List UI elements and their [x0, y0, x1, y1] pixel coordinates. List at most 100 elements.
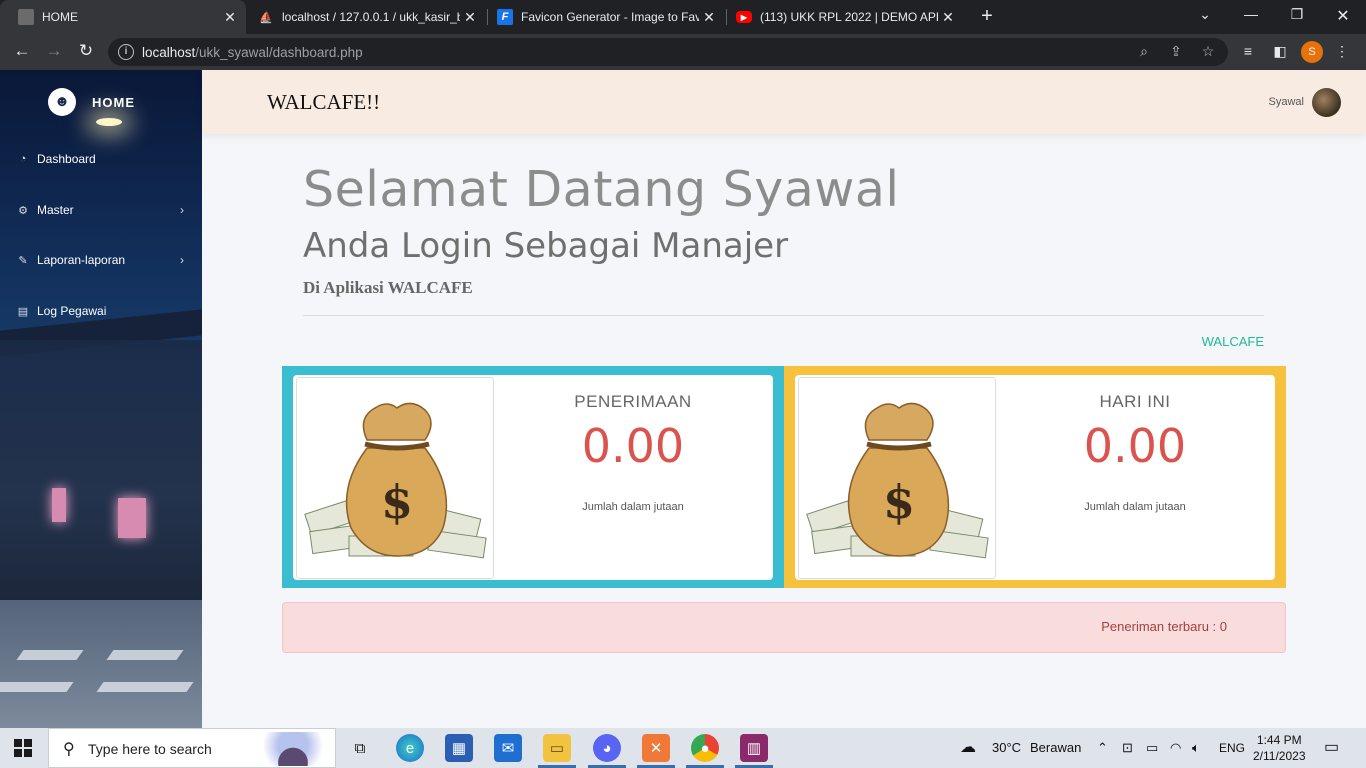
file-explorer-icon[interactable]: ▭: [543, 734, 571, 762]
edge-icon[interactable]: e: [396, 734, 424, 762]
clipboard-icon: ▤: [17, 305, 29, 318]
background-crosswalk: [106, 650, 184, 660]
card-note: Jumlah dalam jutaan: [1084, 501, 1186, 513]
url-text[interactable]: localhost/ukk_syawal/dashboard.php: [142, 45, 363, 60]
windows-start-icon[interactable]: [14, 739, 32, 757]
search-highlight-art: [255, 732, 331, 766]
background-lamp: [96, 118, 122, 126]
site-info-icon[interactable]: i: [118, 44, 134, 60]
wifi-icon[interactable]: ◠: [1170, 740, 1181, 756]
sidebar-item-label: Master: [37, 203, 74, 217]
weather-desc[interactable]: Berawan: [1030, 740, 1081, 755]
tab-close-icon[interactable]: ✕: [460, 9, 480, 26]
tab-close-icon[interactable]: ✕: [938, 9, 958, 26]
restore-icon[interactable]: ❐: [1282, 6, 1312, 23]
store-icon[interactable]: ▦: [445, 734, 473, 762]
taskbar-clock[interactable]: 1:44 PM 2/11/2023: [1253, 732, 1306, 764]
language-indicator[interactable]: ENG: [1219, 741, 1245, 755]
user-name[interactable]: Syawal: [1269, 96, 1304, 108]
menu-dots-icon[interactable]: ⋮: [1330, 43, 1354, 60]
reload-icon[interactable]: ↻: [74, 41, 98, 61]
sidebar-item-label: Log Pegawai: [37, 304, 107, 318]
money-bag-image: $: [296, 377, 494, 579]
favicon-generator-icon: F: [497, 9, 513, 25]
tab-search-chevron-icon[interactable]: ⌄: [1190, 6, 1220, 23]
role-heading: Anda Login Sebagai Manajer: [303, 226, 789, 266]
background-road: [0, 600, 202, 728]
background-house: [0, 340, 202, 600]
card-label: PENERIMAAN: [574, 392, 692, 411]
background-crosswalk: [0, 682, 74, 692]
chrome-icon[interactable]: ●: [691, 734, 719, 762]
sidebar-item-dashboard[interactable]: ◔ Dashboard: [0, 147, 202, 171]
avatar[interactable]: [1312, 88, 1341, 117]
browser-toolbar: ← → ↻ i localhost/ukk_syawal/dashboard.p…: [0, 34, 1366, 70]
tab-home[interactable]: HOME ✕: [0, 0, 246, 34]
card-value: 0.00: [581, 419, 685, 473]
alert-text: Peneriman terbaru : 0: [1101, 619, 1227, 634]
notifications-icon[interactable]: ▭: [1324, 737, 1339, 757]
minimize-icon[interactable]: —: [1236, 6, 1266, 22]
background-crosswalk: [16, 650, 84, 660]
chevron-right-icon: ›: [180, 203, 184, 217]
battery-icon[interactable]: ▭: [1146, 740, 1158, 756]
tab-title: HOME: [42, 10, 78, 24]
phpmyadmin-icon: ⛵: [259, 11, 273, 24]
tab-phpmyadmin[interactable]: ⛵ localhost / 127.0.0.1 / ukk_kasir_b ✕: [240, 0, 486, 34]
card-value: 0.00: [1083, 419, 1187, 473]
tab-close-icon[interactable]: ✕: [699, 9, 719, 26]
taskbar-search-box[interactable]: ⚲ Type here to search: [48, 728, 336, 768]
weather-cloud-icon[interactable]: ☁: [960, 737, 976, 757]
zoom-icon[interactable]: ⌕: [1134, 43, 1154, 60]
svg-text:$: $: [381, 475, 413, 529]
url-host: localhost: [142, 45, 196, 60]
sidebar-item-label: Laporan-laporan: [37, 253, 126, 267]
task-view-icon[interactable]: ⧉: [346, 734, 374, 762]
search-placeholder: Type here to search: [88, 741, 212, 757]
app-title: WALCAFE!!: [267, 90, 381, 114]
mail-icon[interactable]: ✉: [494, 734, 522, 762]
sidebar-item-log-pegawai[interactable]: ▤ Log Pegawai: [0, 299, 202, 323]
youtube-icon: ▶: [736, 11, 752, 23]
profile-avatar[interactable]: S: [1301, 41, 1323, 63]
tab-title: localhost / 127.0.0.1 / ukk_kasir_b: [282, 10, 460, 24]
background-window: [52, 488, 66, 522]
page-icon: [18, 9, 34, 25]
reading-list-icon[interactable]: ≡: [1236, 43, 1260, 59]
side-panel-icon[interactable]: ◧: [1268, 43, 1292, 60]
card-label: HARI INI: [1099, 392, 1171, 411]
back-icon[interactable]: ←: [10, 41, 34, 61]
weather-temp[interactable]: 30°C: [992, 740, 1021, 755]
forward-icon[interactable]: →: [42, 41, 66, 61]
money-bag-icon: $: [806, 402, 989, 559]
app-subheading: Di Aplikasi WALCAFE: [303, 278, 473, 297]
sidebar-item-laporan[interactable]: ✎ Laporan-laporan ›: [0, 248, 202, 272]
tab-close-icon[interactable]: ✕: [220, 9, 240, 26]
divider: [303, 315, 1264, 316]
new-tab-icon[interactable]: +: [976, 5, 998, 28]
winrar-icon[interactable]: ▥: [740, 734, 768, 762]
background-crosswalk: [96, 682, 194, 692]
chevron-right-icon: ›: [180, 253, 184, 267]
welcome-heading: Selamat Datang Syawal: [303, 161, 900, 218]
address-bar[interactable]: i localhost/ukk_syawal/dashboard.php ⌕ ⇪…: [108, 38, 1228, 66]
tab-title: (113) UKK RPL 2022 | DEMO APLIK: [760, 10, 938, 24]
tray-chevron-up-icon[interactable]: ⌃: [1097, 740, 1108, 756]
clock-date: 2/11/2023: [1253, 749, 1306, 763]
meet-now-icon[interactable]: ⊡: [1122, 740, 1133, 756]
volume-icon[interactable]: 🔈︎: [1192, 740, 1200, 756]
card-body: $ PENERIMAAN 0.00 Jumlah dalam jutaan: [293, 375, 773, 580]
search-icon: ⚲: [63, 741, 75, 758]
clock-time: 1:44 PM: [1256, 733, 1302, 747]
close-window-icon[interactable]: ✕: [1328, 6, 1358, 26]
sidebar-brand[interactable]: ☻ HOME: [48, 88, 135, 116]
tab-favicon-generator[interactable]: F Favicon Generator - Image to Fav ✕: [479, 0, 725, 34]
bookmark-star-icon[interactable]: ☆: [1198, 43, 1218, 60]
tab-youtube[interactable]: ▶ (113) UKK RPL 2022 | DEMO APLIK ✕: [718, 0, 964, 34]
xampp-icon[interactable]: ✕: [642, 734, 670, 762]
discord-icon[interactable]: ◕: [593, 734, 621, 762]
top-header: WALCAFE!! Syawal: [202, 70, 1366, 134]
walcafe-link[interactable]: WALCAFE: [1202, 334, 1264, 349]
sidebar-item-master[interactable]: ⚙ Master ›: [0, 198, 202, 222]
share-icon[interactable]: ⇪: [1166, 43, 1186, 60]
